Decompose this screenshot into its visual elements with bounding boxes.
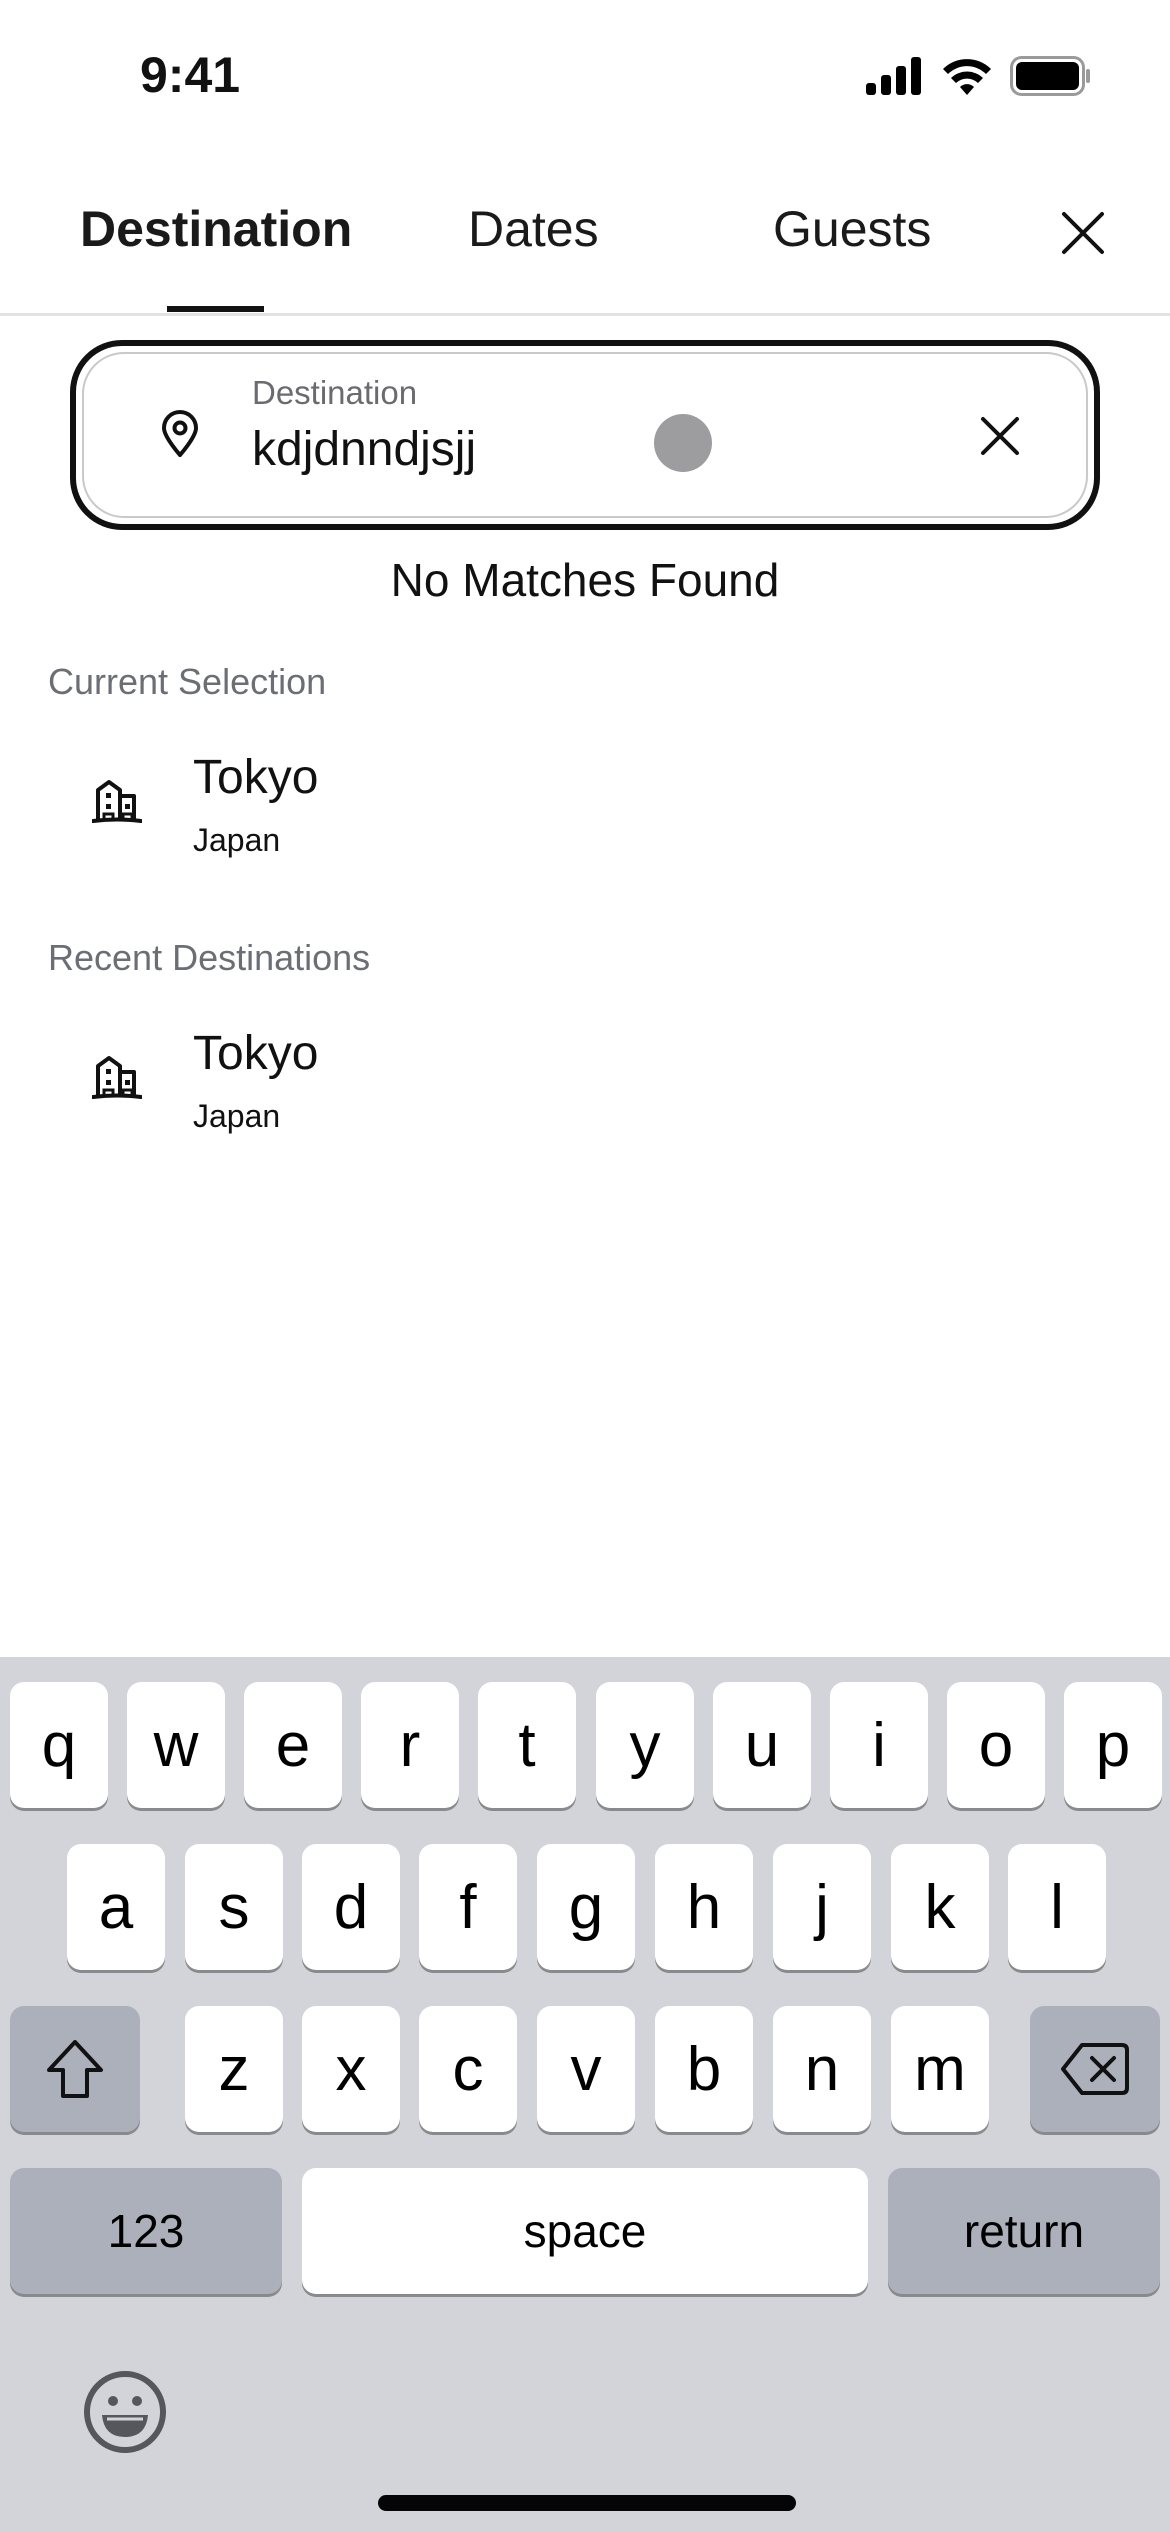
key-b[interactable]: b xyxy=(655,2006,753,2132)
key-e[interactable]: e xyxy=(244,1682,342,1808)
key-z[interactable]: z xyxy=(185,2006,283,2132)
keyboard: q w e r t y u i o p a s d f g h j k l z … xyxy=(0,1657,1170,2532)
backspace-icon xyxy=(1061,2043,1129,2095)
active-tab-indicator xyxy=(167,306,264,312)
map-pin-icon xyxy=(160,410,200,463)
key-o[interactable]: o xyxy=(947,1682,1045,1808)
key-l[interactable]: l xyxy=(1008,1844,1106,1970)
search-input[interactable]: kdjdnndjsjj xyxy=(252,422,476,477)
key-s[interactable]: s xyxy=(185,1844,283,1970)
section-heading-current-selection: Current Selection xyxy=(48,661,327,702)
tab-destination[interactable]: Destination xyxy=(80,200,352,258)
destination-country: Japan xyxy=(193,1098,281,1134)
battery-icon xyxy=(1010,56,1092,101)
close-icon xyxy=(1062,212,1104,254)
destination-city: Tokyo xyxy=(193,751,319,804)
section-heading-recent-destinations: Recent Destinations xyxy=(48,937,371,978)
close-button[interactable] xyxy=(1048,198,1118,268)
key-f[interactable]: f xyxy=(419,1844,517,1970)
clear-search-button[interactable] xyxy=(970,406,1030,466)
cellular-signal-icon xyxy=(866,57,924,100)
key-h[interactable]: h xyxy=(655,1844,753,1970)
return-key[interactable]: return xyxy=(888,2168,1160,2294)
building-icon xyxy=(91,1054,143,1105)
destination-search-inner: Destination kdjdnndjsjj xyxy=(82,352,1088,518)
key-v[interactable]: v xyxy=(537,2006,635,2132)
key-m[interactable]: m xyxy=(891,2006,989,2132)
key-a[interactable]: a xyxy=(67,1844,165,1970)
destination-country: Japan xyxy=(193,822,281,858)
key-j[interactable]: j xyxy=(773,1844,871,1970)
status-bar: 9:41 xyxy=(0,0,1170,150)
key-k[interactable]: k xyxy=(891,1844,989,1970)
tab-dates[interactable]: Dates xyxy=(468,200,599,258)
wifi-icon xyxy=(942,57,992,100)
search-field-label: Destination xyxy=(252,374,418,411)
key-p[interactable]: p xyxy=(1064,1682,1162,1808)
destination-city: Tokyo xyxy=(193,1027,319,1080)
key-w[interactable]: w xyxy=(127,1682,225,1808)
delete-key[interactable] xyxy=(1030,2006,1160,2132)
building-icon xyxy=(91,778,143,829)
key-t[interactable]: t xyxy=(478,1682,576,1808)
tab-bar: Destination Dates Guests xyxy=(0,160,1170,316)
key-u[interactable]: u xyxy=(713,1682,811,1808)
status-time: 9:41 xyxy=(140,47,241,103)
no-matches-message: No Matches Found xyxy=(390,554,780,606)
key-r[interactable]: r xyxy=(361,1682,459,1808)
current-selection-item[interactable]: Tokyo Japan xyxy=(0,740,1170,870)
emoji-button[interactable] xyxy=(82,2369,168,2455)
key-g[interactable]: g xyxy=(537,1844,635,1970)
numbers-key[interactable]: 123 xyxy=(10,2168,282,2294)
shift-key[interactable] xyxy=(10,2006,140,2132)
key-i[interactable]: i xyxy=(830,1682,928,1808)
touch-indicator xyxy=(654,414,712,472)
key-y[interactable]: y xyxy=(596,1682,694,1808)
space-key[interactable]: space xyxy=(302,2168,868,2294)
home-indicator xyxy=(378,2495,796,2511)
clear-icon xyxy=(981,417,1019,455)
status-icons xyxy=(866,56,1092,101)
tab-guests[interactable]: Guests xyxy=(773,200,931,258)
key-q[interactable]: q xyxy=(10,1682,108,1808)
emoji-icon xyxy=(84,2371,166,2453)
key-n[interactable]: n xyxy=(773,2006,871,2132)
recent-destination-item[interactable]: Tokyo Japan xyxy=(0,1016,1170,1146)
shift-icon xyxy=(47,2040,103,2098)
key-d[interactable]: d xyxy=(302,1844,400,1970)
destination-search-field[interactable]: Destination kdjdnndjsjj xyxy=(70,340,1100,530)
key-c[interactable]: c xyxy=(419,2006,517,2132)
key-x[interactable]: x xyxy=(302,2006,400,2132)
